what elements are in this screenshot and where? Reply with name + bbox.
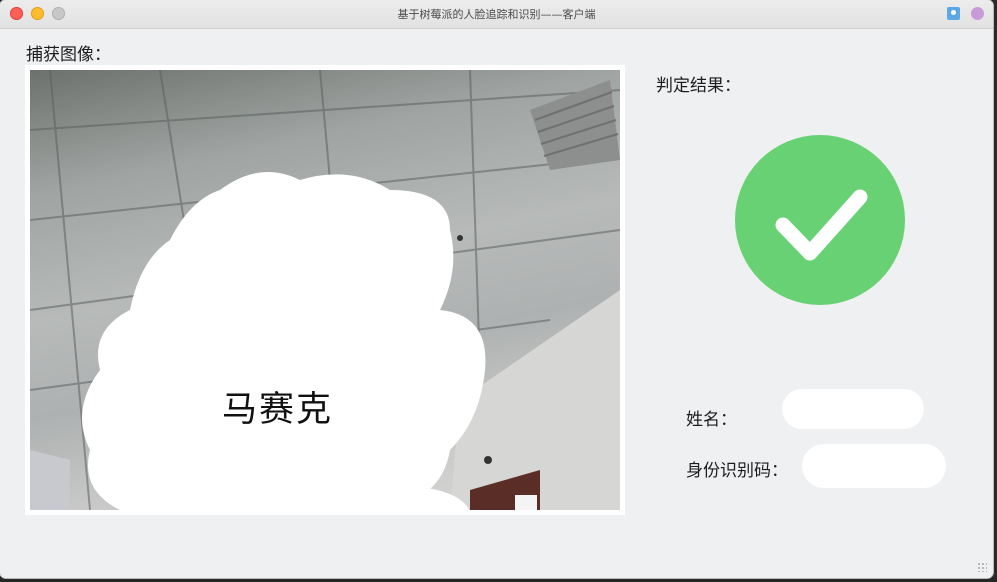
camera-frame-illustration [30, 70, 620, 510]
id-code-label: 身份识别码： [686, 461, 788, 481]
name-label: 姓名： [686, 410, 737, 430]
title-bar[interactable]: 基于树莓派的人脸追踪和识别——客户端 [0, 0, 993, 29]
resize-grip-icon[interactable] [977, 562, 987, 572]
status-dot-icon[interactable] [971, 7, 984, 20]
desktop-background-edge [993, 0, 997, 582]
captured-image-frame [25, 65, 625, 515]
screen-capture-icon[interactable] [947, 7, 960, 20]
result-label: 判定结果： [656, 76, 741, 96]
check-icon [735, 135, 905, 305]
app-window: 基于树莓派的人脸追踪和识别——客户端 捕获图像： 马赛克 判定结果： 姓名： 身… [0, 0, 993, 578]
window-title: 基于树莓派的人脸追踪和识别——客户端 [397, 8, 596, 21]
id-code-value [802, 444, 946, 488]
desktop-background-bottom [0, 578, 997, 582]
name-value [782, 389, 924, 429]
recognized-name-text: 马赛克 [222, 390, 334, 430]
capture-image-label: 捕获图像： [26, 45, 111, 65]
captured-image [30, 70, 620, 510]
